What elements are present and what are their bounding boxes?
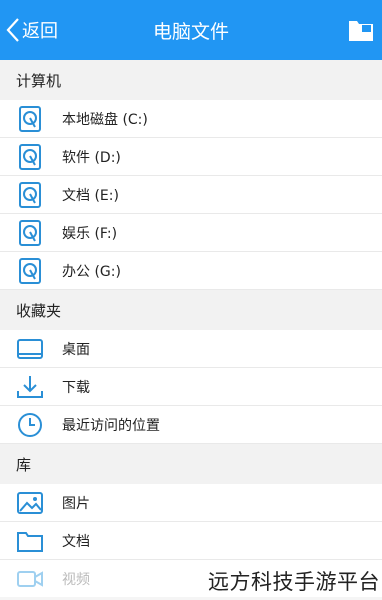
section-computer: 计算机 <box>0 60 382 100</box>
section-library: 库 <box>0 444 382 484</box>
hard-drive-icon <box>19 220 41 246</box>
drive-row-c[interactable]: 本地磁盘 (C:) <box>0 100 382 138</box>
page-title: 电脑文件 <box>152 21 229 43</box>
clock-icon <box>18 413 42 437</box>
drive-row-d[interactable]: 软件 (D:) <box>0 138 382 176</box>
library-row-documents[interactable]: 文档 <box>0 522 382 560</box>
drive-row-g[interactable]: 办公 (G:) <box>0 252 382 290</box>
section-favorites: 收藏夹 <box>0 290 382 330</box>
favorite-row-download[interactable]: 下载 <box>0 368 382 406</box>
video-icon <box>17 571 43 587</box>
library-label: 视频 <box>62 572 90 588</box>
image-icon <box>17 492 43 514</box>
drive-label: 软件 (D:) <box>62 150 121 166</box>
favorite-row-desktop[interactable]: 桌面 <box>0 330 382 368</box>
favorite-label: 下载 <box>62 380 90 396</box>
section-title: 计算机 <box>16 72 62 90</box>
favorite-label: 桌面 <box>62 342 90 358</box>
hard-drive-icon <box>19 106 41 132</box>
section-title: 收藏夹 <box>16 302 62 320</box>
drive-label: 娱乐 (F:) <box>62 226 118 242</box>
hard-drive-icon <box>19 258 41 284</box>
drive-row-e[interactable]: 文档 (E:) <box>0 176 382 214</box>
section-title: 库 <box>16 456 32 474</box>
folder-icon[interactable] <box>348 17 374 43</box>
favorite-label: 最近访问的位置 <box>62 418 160 434</box>
library-label: 图片 <box>62 496 90 512</box>
drive-row-f[interactable]: 娱乐 (F:) <box>0 214 382 252</box>
top-bar: 返回 电脑文件 <box>0 0 382 60</box>
download-icon <box>17 376 43 398</box>
drive-label: 文档 (E:) <box>62 188 119 204</box>
folder-icon <box>17 532 43 552</box>
desktop-icon <box>17 339 43 359</box>
library-row-pictures[interactable]: 图片 <box>0 484 382 522</box>
favorite-row-recent[interactable]: 最近访问的位置 <box>0 406 382 444</box>
hard-drive-icon <box>19 182 41 208</box>
drive-label: 办公 (G:) <box>62 264 121 280</box>
watermark-text: 远方科技手游平台 <box>208 570 380 594</box>
drive-label: 本地磁盘 (C:) <box>62 112 148 128</box>
hard-drive-icon <box>19 144 41 170</box>
library-label: 文档 <box>62 534 90 550</box>
